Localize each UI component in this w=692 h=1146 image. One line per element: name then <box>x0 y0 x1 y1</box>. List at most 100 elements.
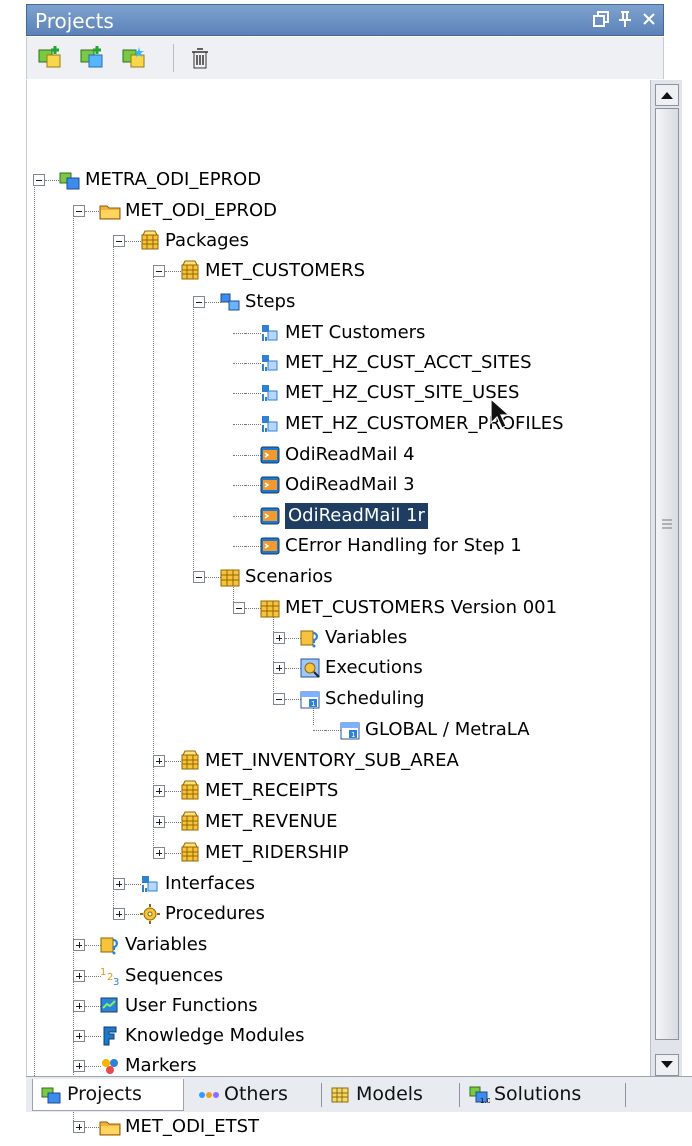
tree-item[interactable]: 1 GLOBAL / MetraLA <box>313 717 637 743</box>
tree-item[interactable]: Procedures <box>113 901 637 927</box>
tab-projects-label: Projects <box>67 1083 142 1105</box>
collapse-icon[interactable] <box>153 265 165 277</box>
expand-icon[interactable] <box>73 1060 85 1072</box>
expand-icon[interactable] <box>113 908 125 920</box>
pin-icon[interactable] <box>615 10 635 30</box>
tree-item[interactable]: CError Handling for Step 1 <box>233 533 637 559</box>
scrollbar-thumb[interactable] <box>655 108 679 1040</box>
interface-icon <box>259 352 281 374</box>
tree-item[interactable]: Steps <box>193 289 637 315</box>
projects-panel: Projects METRA_ODI_EPROD MET_ODI_EPROD Pac… <box>0 0 692 1137</box>
expand-icon[interactable] <box>113 878 125 890</box>
project-tree[interactable]: METRA_ODI_EPROD MET_ODI_EPROD Packages MET_… <box>26 80 650 1137</box>
tab-others[interactable]: Others <box>190 1079 322 1111</box>
tree-item[interactable]: MET_REVENUE <box>153 809 637 835</box>
tree-item[interactable]: MET_ODI_ETST <box>73 1114 637 1140</box>
tree-guide-line <box>113 240 114 908</box>
svg-text:1: 1 <box>100 967 106 978</box>
expand-icon[interactable] <box>73 939 85 951</box>
tree-item[interactable]: Executions <box>273 655 637 681</box>
tree-item[interactable]: Variables <box>73 932 637 958</box>
bottom-tab-bar: Projects Others Models 1.0 Solutions <box>26 1076 692 1112</box>
expand-icon[interactable] <box>73 1121 85 1133</box>
close-icon[interactable] <box>639 10 659 30</box>
tree-item-label: Steps <box>245 291 296 312</box>
tree-item[interactable]: MET_HZ_CUST_ACCT_SITES <box>233 350 637 376</box>
collapse-icon[interactable] <box>73 205 85 217</box>
tab-models[interactable]: Models <box>322 1079 460 1111</box>
tree-item[interactable]: MET_CUSTOMERS <box>153 258 637 284</box>
tree-item-label: Interfaces <box>165 873 255 894</box>
tree-item[interactable]: User Functions <box>73 993 637 1019</box>
expand-icon[interactable] <box>73 1030 85 1042</box>
tree-item-label: Packages <box>165 230 249 251</box>
expand-icon[interactable] <box>73 970 85 982</box>
expand-icon[interactable] <box>153 847 165 859</box>
expand-icon[interactable] <box>153 755 165 767</box>
restore-icon[interactable] <box>591 10 611 30</box>
tree-item[interactable]: OdiReadMail 1r <box>233 503 637 529</box>
tab-projects[interactable]: Projects <box>32 1079 184 1111</box>
insert-object-button[interactable] <box>121 45 147 71</box>
tool-icon <box>259 535 281 557</box>
interface-icon <box>139 873 161 895</box>
tree-item[interactable]: 1 2 3 Sequences <box>73 963 637 989</box>
tree-item[interactable]: MET_HZ_CUST_SITE_USES <box>233 380 637 406</box>
tree-item[interactable]: MET_ODI_EPROD <box>73 198 637 224</box>
tree-item-label: Sequences <box>125 965 224 986</box>
tree-item[interactable]: Variables <box>273 625 637 651</box>
collapse-icon[interactable] <box>273 693 285 705</box>
tree-item[interactable]: OdiReadMail 4 <box>233 442 637 468</box>
package-icon <box>179 811 201 833</box>
schedule-icon: 1 <box>339 719 361 741</box>
tree-item-label: MET_HZ_CUST_SITE_USES <box>285 382 520 403</box>
markers-icon <box>99 1055 121 1077</box>
collapse-icon[interactable] <box>113 235 125 247</box>
tree-item[interactable]: MET_HZ_CUSTOMER_PROFILES <box>233 411 637 437</box>
tree-item-label: MET_INVENTORY_SUB_AREA <box>205 750 459 771</box>
tab-solutions[interactable]: 1.0 Solutions <box>460 1079 626 1111</box>
vertical-scrollbar[interactable] <box>650 80 682 1080</box>
interface-icon <box>259 413 281 435</box>
package-icon <box>179 842 201 864</box>
tree-item-label: MET_HZ_CUST_ACCT_SITES <box>285 352 532 373</box>
calendar-icon: 1 <box>299 688 321 710</box>
tree-item[interactable]: MET_CUSTOMERS Version 001 <box>233 595 637 621</box>
collapse-icon[interactable] <box>193 571 205 583</box>
scroll-down-icon[interactable] <box>655 1054 679 1076</box>
tree-item[interactable]: 1 Scheduling <box>273 686 637 712</box>
tree-item-label: User Functions <box>125 995 258 1016</box>
expand-icon[interactable] <box>273 662 285 674</box>
tree-item[interactable]: MET Customers <box>233 320 637 346</box>
tree-item[interactable]: METRA_ODI_EPROD <box>33 167 637 193</box>
new-project-button[interactable] <box>37 45 63 71</box>
tree-item[interactable]: MET_RECEIPTS <box>153 778 637 804</box>
tree-item[interactable]: Scenarios <box>193 564 637 590</box>
tree-item[interactable]: Interfaces <box>113 871 637 897</box>
steps-icon <box>219 291 241 313</box>
expand-icon[interactable] <box>153 816 165 828</box>
tree-item-label: Knowledge Modules <box>125 1025 305 1046</box>
expand-icon[interactable] <box>273 632 285 644</box>
tree-item-label: Procedures <box>165 903 265 924</box>
project-icon <box>59 169 81 191</box>
delete-button[interactable] <box>187 45 213 71</box>
variable-icon <box>99 934 121 956</box>
procedure-icon <box>139 903 161 925</box>
expand-icon[interactable] <box>153 785 165 797</box>
tree-item[interactable]: MET_RIDERSHIP <box>153 840 637 866</box>
collapse-icon[interactable] <box>33 174 45 186</box>
tree-item[interactable]: OdiReadMail 3 <box>233 472 637 498</box>
expand-icon[interactable] <box>73 1000 85 1012</box>
tree-item-label: MET_RIDERSHIP <box>205 842 349 863</box>
new-folder-button[interactable] <box>79 45 105 71</box>
scroll-up-icon[interactable] <box>655 84 679 106</box>
collapse-icon[interactable] <box>233 602 245 614</box>
tree-item[interactable]: Packages <box>113 228 637 254</box>
tree-item[interactable]: MET_INVENTORY_SUB_AREA <box>153 748 637 774</box>
sequence-icon: 123 <box>99 965 121 988</box>
tree-guide-line <box>34 178 35 1092</box>
tree-item[interactable]: Knowledge Modules <box>73 1023 637 1049</box>
collapse-icon[interactable] <box>193 296 205 308</box>
tree-item-label: OdiReadMail 1r <box>285 503 428 529</box>
